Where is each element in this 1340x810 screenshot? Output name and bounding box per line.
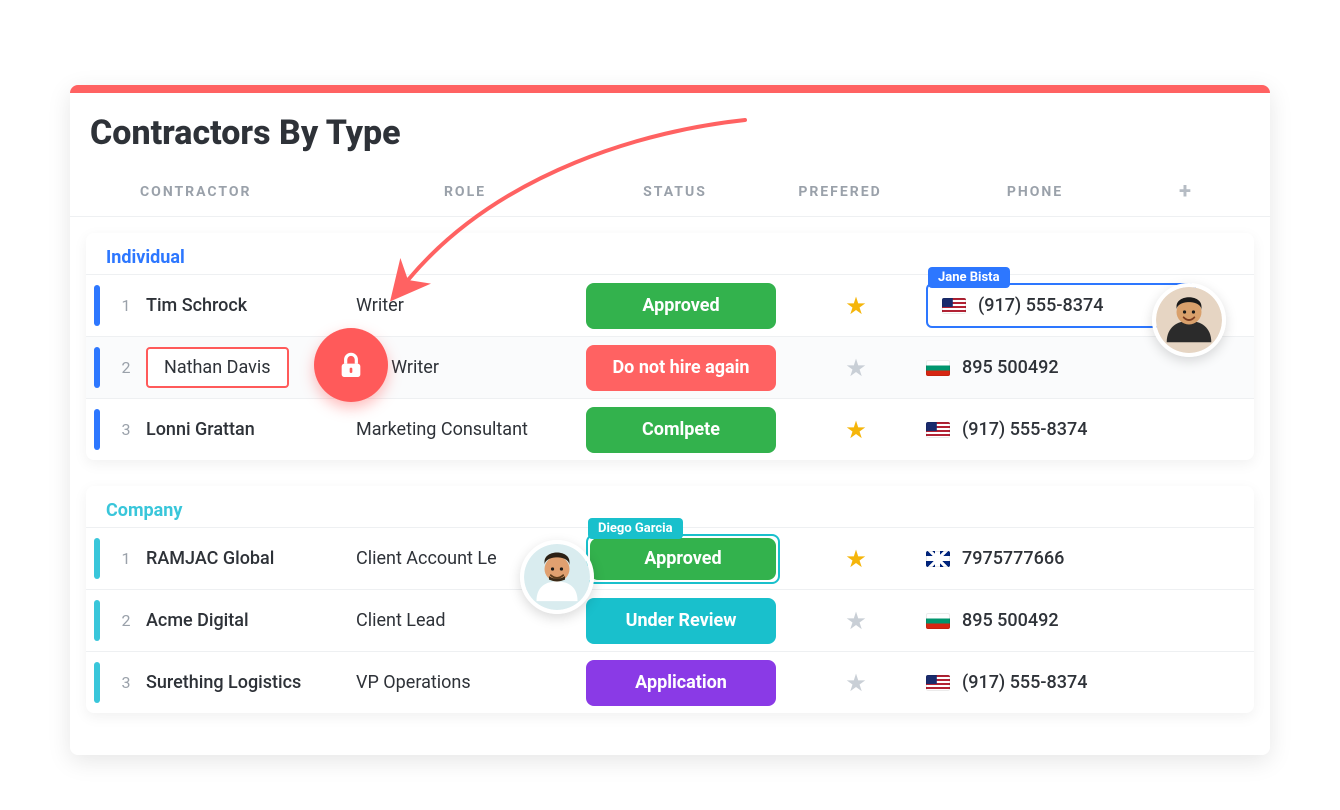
- row-accent: [94, 409, 100, 450]
- presence-chip-jane: Jane Bista: [928, 267, 1010, 288]
- role-cell[interactable]: Marketing Consultant: [356, 419, 586, 440]
- table-row[interactable]: 1 Tim Schrock Writer Approved ★ Jane Bis…: [86, 274, 1254, 336]
- add-column-button[interactable]: +: [1160, 179, 1210, 204]
- role-cell[interactable]: nior Writer: [356, 357, 586, 378]
- table-row[interactable]: 2 Acme Digital Client Lead Under Review …: [86, 589, 1254, 651]
- header-prefered[interactable]: PREFERED: [770, 184, 910, 200]
- table-row[interactable]: 2 Nathan Davis nior Writer Do not hire a…: [86, 336, 1254, 398]
- section-company: Company 1 RAMJAC Global Client Account L…: [86, 486, 1254, 713]
- table-row[interactable]: 1 RAMJAC Global Client Account Le Diego …: [86, 527, 1254, 589]
- status-pill[interactable]: Do not hire again: [586, 345, 776, 391]
- role-cell[interactable]: Writer: [356, 295, 586, 316]
- flag-icon-us: [942, 298, 966, 314]
- flag-icon-bg: [926, 360, 950, 376]
- phone-cell[interactable]: 895 500492: [926, 357, 1196, 378]
- header-contractor[interactable]: CONTRACTOR: [140, 184, 350, 200]
- flag-icon-us: [926, 422, 950, 438]
- contractor-name: Nathan Davis: [164, 357, 271, 378]
- section-individual: Individual 1 Tim Schrock Writer Approved…: [86, 233, 1254, 460]
- flag-icon-us: [926, 675, 950, 691]
- phone-number: (917) 555-8374: [962, 672, 1087, 693]
- phone-cell[interactable]: (917) 555-8374: [926, 672, 1196, 693]
- page-title: Contractors By Type: [90, 113, 1270, 153]
- status-pill[interactable]: Approved: [586, 283, 776, 329]
- phone-cell[interactable]: 7975777666: [926, 548, 1196, 569]
- phone-number: (917) 555-8374: [978, 295, 1103, 316]
- star-icon[interactable]: ★: [786, 418, 926, 442]
- status-pill[interactable]: Under Review: [586, 598, 776, 644]
- contractor-name-cell[interactable]: Lonni Grattan: [146, 419, 356, 440]
- card-top-accent: [70, 85, 1270, 93]
- star-icon[interactable]: ★: [786, 609, 926, 633]
- table-headers: CONTRACTOR ROLE STATUS PREFERED PHONE +: [70, 167, 1270, 217]
- phone-number: 895 500492: [962, 357, 1059, 378]
- contractor-name-cell[interactable]: Surething Logistics: [146, 672, 356, 693]
- avatar-jane: [1152, 283, 1226, 357]
- star-icon[interactable]: ★: [786, 547, 926, 571]
- lock-icon: [314, 328, 388, 402]
- star-icon[interactable]: ★: [786, 294, 926, 318]
- phone-number: (917) 555-8374: [962, 419, 1087, 440]
- row-accent: [94, 347, 100, 388]
- table-row[interactable]: 3 Surething Logistics VP Operations Appl…: [86, 651, 1254, 713]
- avatar-diego: [520, 540, 594, 614]
- status-pill[interactable]: Approved: [590, 538, 776, 580]
- section-title-individual[interactable]: Individual: [86, 233, 1254, 274]
- flag-icon-gb: [926, 551, 950, 567]
- row-accent: [94, 600, 100, 641]
- row-accent: [94, 285, 100, 326]
- header-role[interactable]: ROLE: [350, 184, 580, 200]
- contractor-name-cell[interactable]: RAMJAC Global: [146, 548, 356, 569]
- status-pill[interactable]: Application: [586, 660, 776, 706]
- star-icon[interactable]: ★: [786, 356, 926, 380]
- role-cell[interactable]: VP Operations: [356, 672, 586, 693]
- table-row[interactable]: 3 Lonni Grattan Marketing Consultant Com…: [86, 398, 1254, 460]
- contractor-name-cell[interactable]: Acme Digital: [146, 610, 356, 631]
- row-accent: [94, 538, 100, 579]
- presence-chip-diego: Diego Garcia: [588, 518, 683, 539]
- flag-icon-bg: [926, 613, 950, 629]
- status-pill[interactable]: Comlpete: [586, 407, 776, 453]
- star-icon[interactable]: ★: [786, 671, 926, 695]
- phone-number: 7975777666: [962, 548, 1064, 569]
- header-status[interactable]: STATUS: [580, 184, 770, 200]
- status-cell-highlighted[interactable]: Diego Garcia Approved: [586, 534, 786, 584]
- header-phone[interactable]: PHONE: [910, 184, 1160, 200]
- contractor-name-cell[interactable]: Tim Schrock: [146, 295, 356, 316]
- contractors-card: Contractors By Type CONTRACTOR ROLE STAT…: [70, 85, 1270, 755]
- phone-cell[interactable]: 895 500492: [926, 610, 1196, 631]
- padlock-icon: [335, 349, 367, 381]
- phone-cell[interactable]: (917) 555-8374: [926, 419, 1196, 440]
- row-accent: [94, 662, 100, 703]
- phone-number: 895 500492: [962, 610, 1059, 631]
